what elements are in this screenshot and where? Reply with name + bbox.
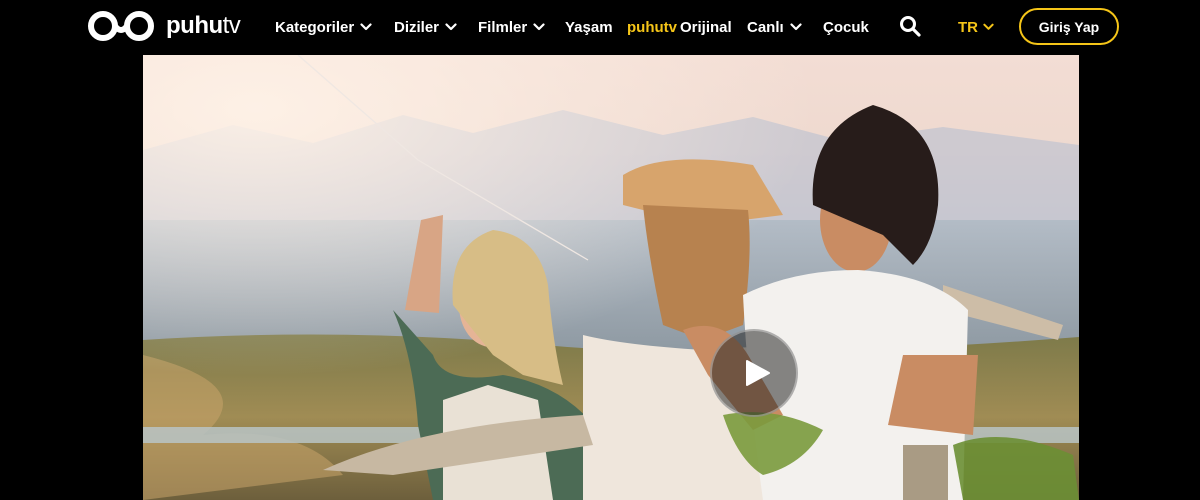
logo-word-a: puhu <box>166 12 223 39</box>
chevron-down-icon <box>533 23 545 31</box>
logo-wordmark: puhutv <box>166 12 241 40</box>
nav-item-filmler[interactable]: Filmler <box>478 0 545 54</box>
nav-item-label: Kategoriler <box>275 18 355 36</box>
site-header: puhutv Kategoriler Diziler Filmler Yaşam… <box>0 0 1200 54</box>
nav-item-label: Yaşam <box>565 18 613 36</box>
language-code: TR <box>958 18 978 36</box>
chevron-down-icon <box>790 23 802 31</box>
nav-item-label: Diziler <box>394 18 440 36</box>
login-button[interactable]: Giriş Yap <box>1019 8 1119 45</box>
nav-item-label: Orijinal <box>680 18 732 36</box>
orijinal-brand-label: puhutv <box>627 18 677 36</box>
language-selector[interactable]: TR <box>958 0 994 54</box>
nav-item-diziler[interactable]: Diziler <box>394 0 457 54</box>
puhutv-logo[interactable]: puhutv <box>86 9 241 43</box>
logo-word-b: tv <box>222 12 241 39</box>
nav-item-cocuk[interactable]: Çocuk <box>823 0 869 54</box>
chevron-down-icon <box>360 23 372 31</box>
search-icon[interactable] <box>898 14 922 38</box>
nav-item-label: Çocuk <box>823 18 869 36</box>
play-button[interactable] <box>710 329 798 417</box>
nav-item-yasam[interactable]: Yaşam <box>565 0 613 54</box>
chevron-down-icon <box>983 23 994 30</box>
hero-video[interactable] <box>143 55 1079 500</box>
hero-video-frame <box>143 55 1079 500</box>
nav-item-kategoriler[interactable]: Kategoriler <box>275 0 372 54</box>
logo-mark-icon <box>88 11 154 41</box>
nav-item-label: Canlı <box>747 18 784 36</box>
nav-item-label: Filmler <box>478 18 528 36</box>
nav-item-puhutv-orijinal[interactable]: puhutv Orijinal <box>627 0 732 54</box>
chevron-down-icon <box>445 23 457 31</box>
play-icon <box>746 360 770 386</box>
nav-item-canli[interactable]: Canlı <box>747 0 802 54</box>
